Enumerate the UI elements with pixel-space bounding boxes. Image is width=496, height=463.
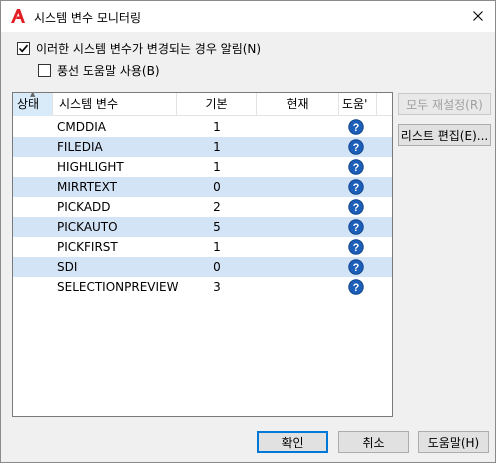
help-icon[interactable]: ?	[348, 139, 364, 155]
row-variable-name: SELECTIONPREVIEW	[57, 280, 179, 294]
svg-text:?: ?	[353, 182, 360, 194]
svg-text:?: ?	[353, 142, 360, 154]
help-icon[interactable]: ?	[348, 259, 364, 275]
cancel-button[interactable]: 취소	[338, 431, 409, 453]
help-icon[interactable]: ?	[348, 239, 364, 255]
row-default-value: 2	[213, 200, 221, 214]
row-current-value	[257, 277, 339, 297]
row-current-value	[257, 137, 339, 157]
row-variable-name: CMDDIA	[57, 120, 106, 134]
help-icon[interactable]: ?	[348, 159, 364, 175]
help-icon[interactable]: ?	[348, 279, 364, 295]
row-variable-name: PICKFIRST	[57, 240, 118, 254]
svg-text:?: ?	[353, 242, 360, 254]
table-row[interactable]: MIRRTEXT 0 ?	[13, 177, 392, 197]
row-current-value	[257, 177, 339, 197]
table-row[interactable]: PICKAUTO 5 ?	[13, 217, 392, 237]
row-default-value: 1	[213, 140, 221, 154]
svg-text:?: ?	[353, 202, 360, 214]
title-bar: 시스템 변수 모니터링	[1, 1, 495, 32]
help-icon[interactable]: ?	[348, 199, 364, 215]
table-row[interactable]: CMDDIA 1 ?	[13, 117, 392, 137]
checkmark-icon	[18, 44, 29, 53]
row-default-value: 0	[213, 180, 221, 194]
column-header-default[interactable]: 기본	[177, 93, 257, 116]
table-row[interactable]: PICKADD 2 ?	[13, 197, 392, 217]
system-variable-list[interactable]: ▲ 상태 시스템 변수 기본 현재 도움' CMDDIA 1 ? FILEDIA…	[12, 92, 393, 417]
help-icon[interactable]: ?	[348, 179, 364, 195]
help-icon[interactable]: ?	[348, 119, 364, 135]
row-variable-name: MIRRTEXT	[57, 180, 117, 194]
balloon-checkbox-label: 풍선 도움말 사용(B)	[57, 64, 160, 78]
autocad-logo-icon	[10, 8, 26, 24]
system-variable-monitor-dialog: 시스템 변수 모니터링 이러한 시스템 변수가 변경되는 경우 알림(N) 풍선…	[0, 0, 496, 463]
row-default-value: 5	[213, 220, 221, 234]
row-default-value: 1	[213, 240, 221, 254]
table-row[interactable]: SDI 0 ?	[13, 257, 392, 277]
row-current-value	[257, 217, 339, 237]
notify-checkbox-row[interactable]: 이러한 시스템 변수가 변경되는 경우 알림(N)	[17, 40, 261, 57]
table-row[interactable]: FILEDIA 1 ?	[13, 137, 392, 157]
row-current-value	[257, 237, 339, 257]
row-current-value	[257, 117, 339, 137]
row-current-value	[257, 157, 339, 177]
row-variable-name: SDI	[57, 260, 78, 274]
list-header: ▲ 상태 시스템 변수 기본 현재 도움'	[13, 93, 392, 116]
balloon-checkbox[interactable]	[38, 64, 51, 77]
ok-button[interactable]: 확인	[257, 431, 328, 453]
column-header-current[interactable]: 현재	[257, 93, 339, 116]
row-variable-name: FILEDIA	[57, 140, 103, 154]
edit-list-button[interactable]: 리스트 편집(E)...	[398, 124, 491, 146]
reset-all-button[interactable]: 모두 재설정(R)	[398, 93, 491, 115]
balloon-checkbox-row[interactable]: 풍선 도움말 사용(B)	[38, 62, 160, 79]
svg-text:?: ?	[353, 162, 360, 174]
svg-text:?: ?	[353, 262, 360, 274]
row-current-value	[257, 257, 339, 277]
row-current-value	[257, 197, 339, 217]
row-variable-name: PICKADD	[57, 200, 111, 214]
help-button[interactable]: 도움말(H)	[418, 431, 489, 453]
svg-text:?: ?	[353, 122, 360, 134]
row-default-value: 1	[213, 160, 221, 174]
column-header-status[interactable]: ▲ 상태	[13, 93, 53, 116]
table-row[interactable]: PICKFIRST 1 ?	[13, 237, 392, 257]
help-icon[interactable]: ?	[348, 219, 364, 235]
row-default-value: 0	[213, 260, 221, 274]
notify-checkbox-label: 이러한 시스템 변수가 변경되는 경우 알림(N)	[36, 42, 262, 56]
close-button[interactable]	[467, 5, 489, 27]
sort-ascending-icon: ▲	[30, 93, 36, 98]
column-header-name[interactable]: 시스템 변수	[53, 93, 177, 116]
svg-text:?: ?	[353, 282, 360, 294]
window-title: 시스템 변수 모니터링	[34, 11, 141, 25]
close-icon	[473, 11, 483, 21]
notify-checkbox[interactable]	[17, 42, 30, 55]
row-variable-name: HIGHLIGHT	[57, 160, 124, 174]
row-default-value: 3	[213, 280, 221, 294]
table-row[interactable]: SELECTIONPREVIEW 3 ?	[13, 277, 392, 297]
column-header-help[interactable]: 도움'	[339, 93, 377, 116]
row-default-value[interactable]: 1	[177, 117, 257, 137]
svg-text:?: ?	[353, 222, 360, 234]
table-row[interactable]: HIGHLIGHT 1 ?	[13, 157, 392, 177]
row-variable-name: PICKAUTO	[57, 220, 118, 234]
